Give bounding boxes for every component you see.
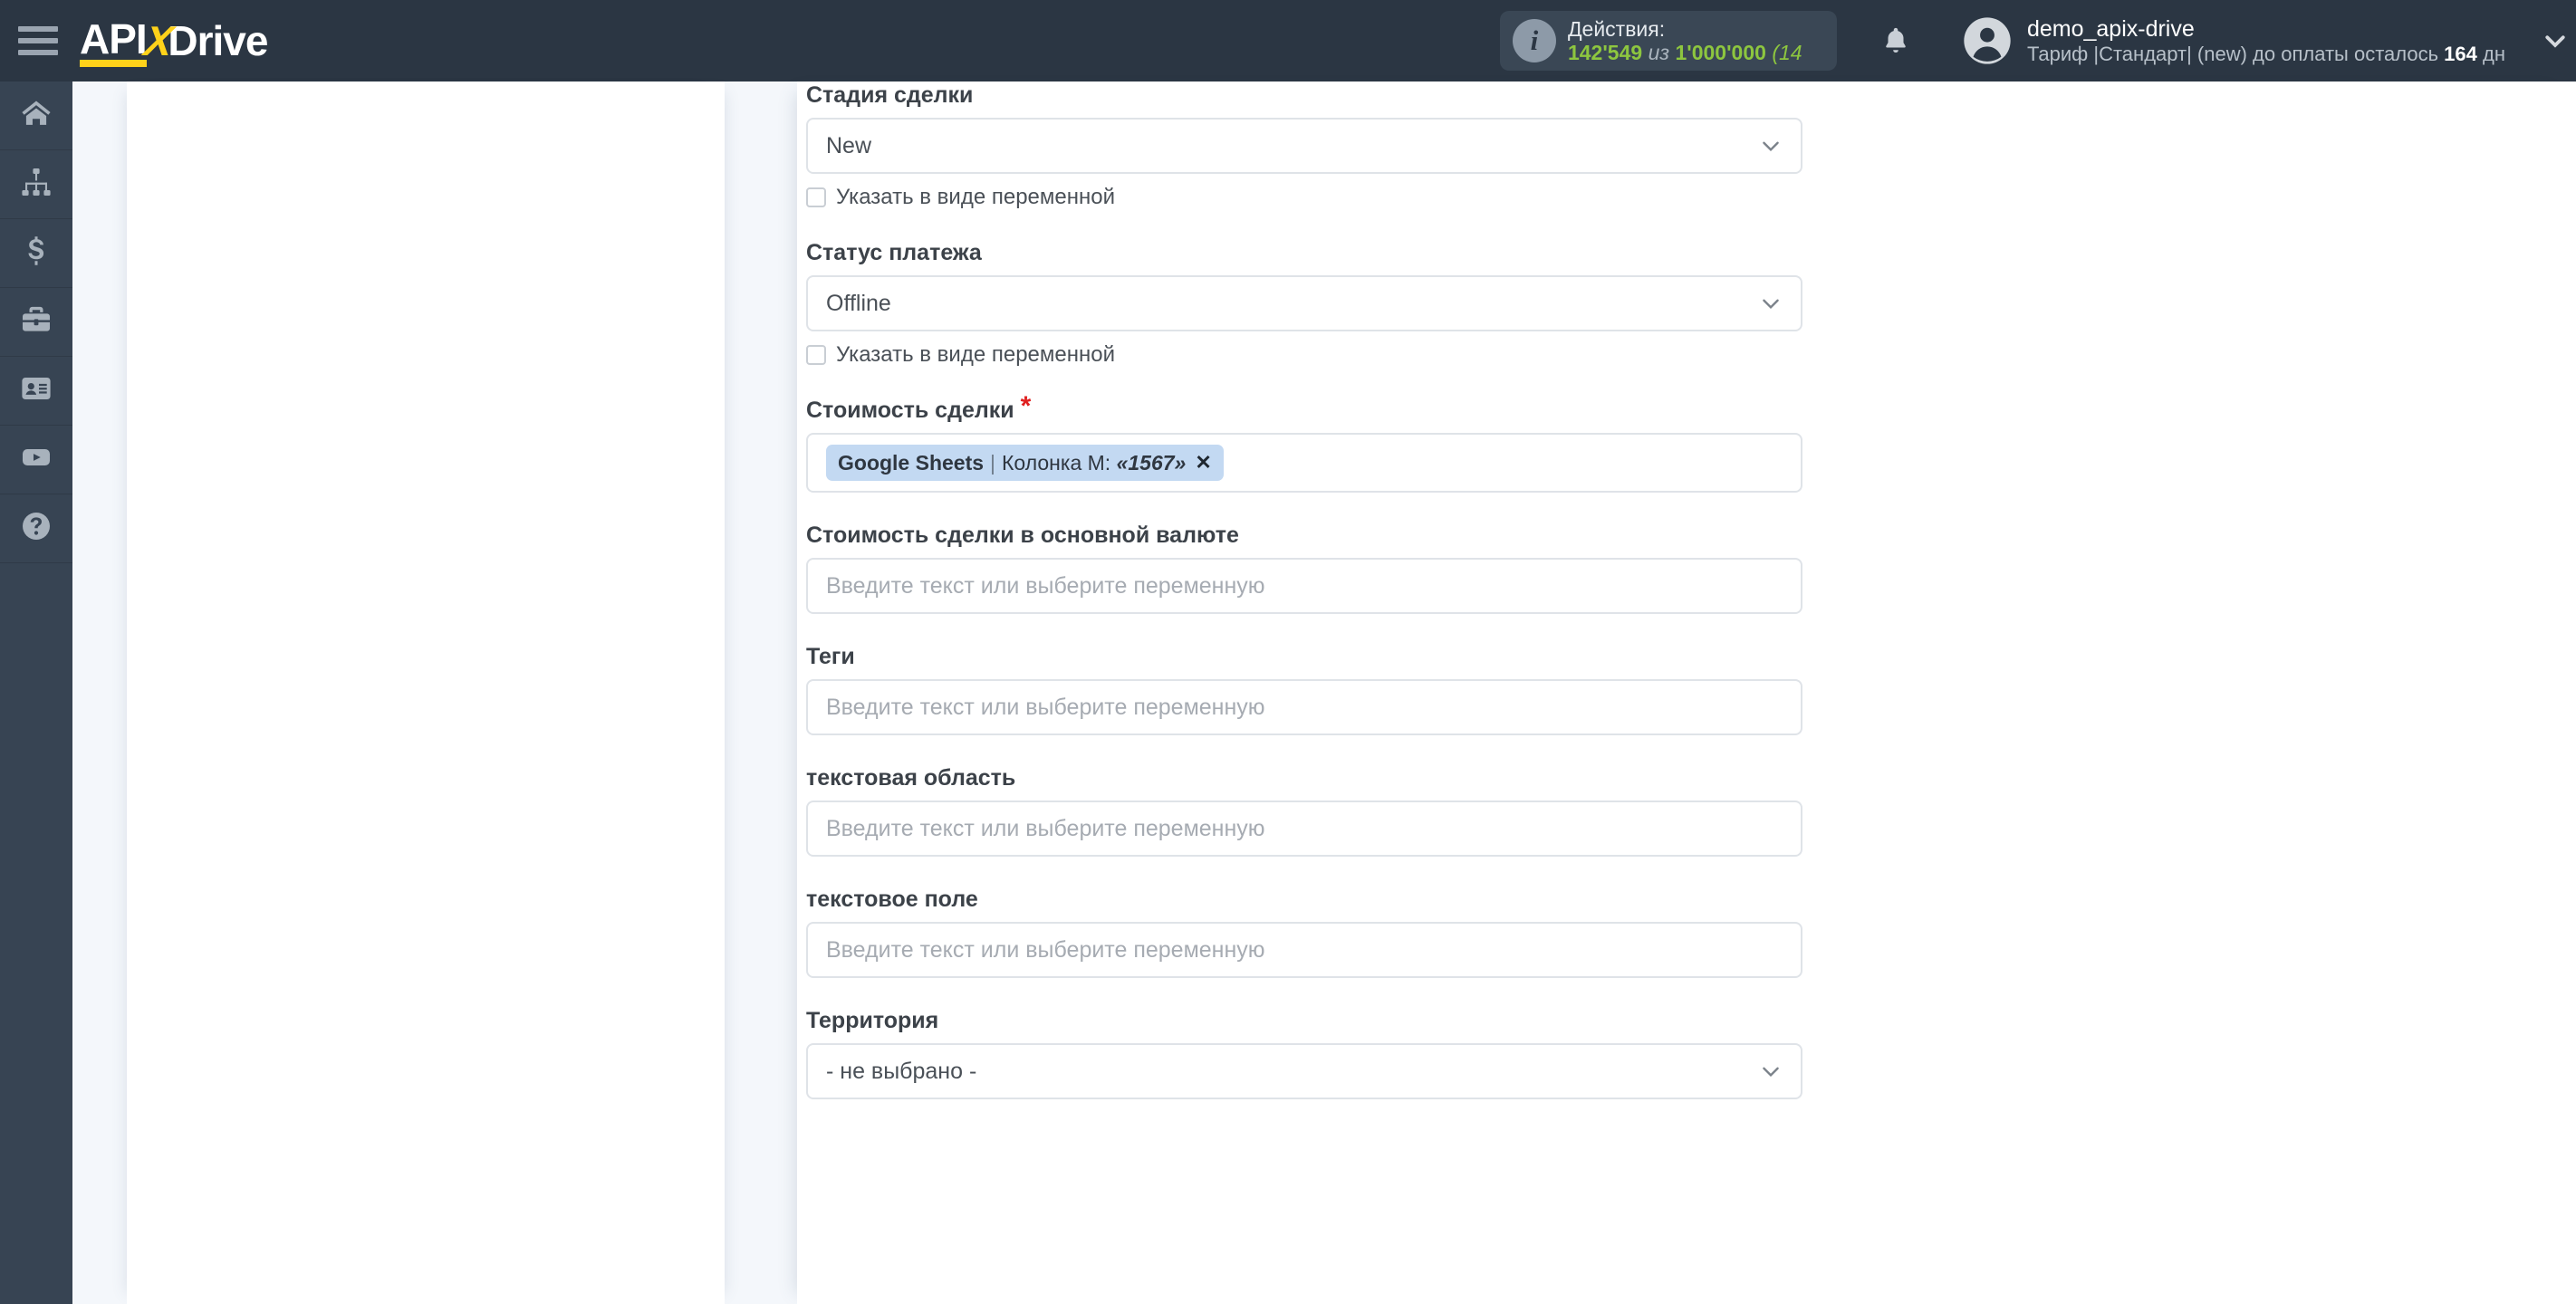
user-plan-suffix: дн [2476, 42, 2505, 65]
user-info: demo_apix-drive Тариф |Стандарт| (new) д… [2027, 16, 2505, 66]
required-asterisk: * [1020, 391, 1032, 421]
logo-text-api: API [80, 15, 148, 67]
user-name: demo_apix-drive [2026, 15, 2195, 42]
user-plan-prefix: Тариф |Стандарт| (new) до оплаты осталос… [2026, 42, 2445, 65]
field-textarea: текстовая область Введите текст или выбе… [806, 764, 1893, 857]
top-navigation-bar: API X Drive i Действия: 142'549 из 1'000'0… [0, 0, 2576, 82]
youtube-icon [20, 441, 53, 478]
deal-stage-variable-checkbox[interactable] [806, 187, 826, 207]
deal-amount-base-currency-input[interactable]: Введите текст или выберите переменную [806, 558, 1802, 614]
chip-remove-icon[interactable]: ✕ [1195, 451, 1211, 475]
connections-icon [20, 166, 53, 203]
deal-settings-form: Стадия сделки New Указать в виде перемен… [806, 82, 1893, 1108]
textarea-placeholder: Введите текст или выберите переменную [826, 815, 1265, 841]
user-account-menu[interactable]: demo_apix-drive Тариф |Стандарт| (new) д… [1962, 15, 2576, 66]
contact-card-icon [20, 372, 53, 409]
field-label-tags: Теги [806, 644, 855, 669]
field-payment-status: Статус платежа Offline Указать в виде пе… [806, 239, 1893, 368]
info-icon: i [1512, 19, 1556, 62]
payment-status-value: Offline [826, 290, 891, 316]
briefcase-icon [20, 303, 53, 340]
sidebar-item-video[interactable] [0, 426, 72, 494]
field-tags: Теги Введите текст или выберите переменн… [806, 643, 1893, 735]
field-deal-amount-base-currency: Стоимость сделки в основной валюте Введи… [806, 522, 1893, 614]
deal-stage-value: New [826, 132, 872, 158]
user-plan-info: Тариф |Стандарт| (new) до оплаты осталос… [2027, 43, 2505, 66]
apixdrive-logo[interactable]: API X Drive [80, 15, 268, 67]
sidebar-item-business[interactable] [0, 288, 72, 357]
chip-column-label: Колонка M: [1002, 450, 1111, 475]
chevron-down-icon [1759, 134, 1783, 158]
actions-quota-box[interactable]: i Действия: 142'549 из 1'000'000 (14 [1499, 11, 1837, 71]
chip-source: Google Sheets [838, 450, 985, 475]
actions-quota-title: Действия: [1567, 16, 1666, 41]
tags-placeholder: Введите текст или выберите переменную [826, 694, 1265, 720]
chevron-down-icon [1759, 292, 1783, 315]
payment-status-variable-checkbox[interactable] [806, 345, 826, 365]
page-surface: Стадия сделки New Указать в виде перемен… [72, 82, 2576, 1304]
help-icon [20, 510, 53, 547]
field-territory: Территория - не выбрано - [806, 1007, 1893, 1099]
textfield-input[interactable]: Введите текст или выберите переменную [806, 922, 1802, 978]
logo-text-drive: Drive [168, 17, 268, 64]
field-label-textarea: текстовая область [806, 765, 1016, 791]
actions-percent: (14 [1772, 40, 1807, 64]
user-plan-days: 164 [2444, 42, 2477, 65]
textarea-input[interactable]: Введите текст или выберите переменную [806, 801, 1802, 857]
app-root: API X Drive i Действия: 142'549 из 1'000'0… [0, 0, 2576, 1304]
field-label-deal-amount-base-currency: Стоимость сделки в основной валюте [806, 523, 1239, 548]
hamburger-menu-icon[interactable] [18, 26, 58, 55]
payment-status-variable-checkbox-row[interactable]: Указать в виде переменной [806, 342, 1893, 368]
sidebar-item-contacts[interactable] [0, 357, 72, 426]
dollar-icon [20, 235, 53, 272]
field-textfield: текстовое поле Введите текст или выберит… [806, 886, 1893, 978]
field-label-deal-stage: Стадия сделки [806, 82, 974, 108]
user-avatar-icon [1962, 15, 2013, 66]
bell-icon[interactable] [1871, 23, 1920, 59]
chevron-down-icon[interactable] [2542, 27, 2569, 54]
deal-stage-variable-label: Указать в виде переменной [836, 185, 1116, 209]
chip-separator: | [990, 450, 996, 475]
payment-status-variable-label: Указать в виде переменной [836, 342, 1116, 367]
deal-amount-chip-input[interactable]: Google Sheets | Колонка M: «1567» ✕ [806, 433, 1802, 493]
sidebar-item-home[interactable] [0, 82, 72, 150]
sidebar-item-help[interactable] [0, 494, 72, 563]
actions-of-label: из [1648, 40, 1670, 64]
actions-total: 1'000'000 [1675, 40, 1766, 64]
territory-select[interactable]: - не выбрано - [806, 1043, 1802, 1099]
deal-amount-base-currency-placeholder: Введите текст или выберите переменную [826, 572, 1265, 599]
sidebar-item-billing[interactable] [0, 219, 72, 288]
actions-quota-values: 142'549 из 1'000'000 (14 [1568, 41, 1806, 65]
home-icon [20, 97, 53, 134]
field-label-textfield: текстовое поле [806, 887, 978, 912]
territory-value: - не выбрано - [826, 1058, 977, 1084]
actions-used: 142'549 [1567, 40, 1643, 64]
deal-stage-select[interactable]: New [806, 118, 1802, 174]
field-label-payment-status: Статус платежа [806, 240, 982, 265]
deal-stage-variable-checkbox-row[interactable]: Указать в виде переменной [806, 185, 1893, 210]
logo-text-x: X [141, 17, 176, 64]
field-deal-stage: Стадия сделки New Указать в виде перемен… [806, 82, 1893, 210]
chip-column-value: «1567» [1116, 450, 1187, 475]
tags-input[interactable]: Введите текст или выберите переменную [806, 679, 1802, 735]
field-label-deal-amount: Стоимость сделки * [806, 393, 1031, 424]
payment-status-select[interactable]: Offline [806, 275, 1802, 331]
actions-quota-text: Действия: 142'549 из 1'000'000 (14 [1568, 17, 1806, 65]
chevron-down-icon [1759, 1060, 1783, 1083]
sidebar-item-connections[interactable] [0, 150, 72, 219]
left-sidebar [0, 82, 72, 1304]
right-content-panel: Стадия сделки New Указать в виде перемен… [797, 82, 2576, 1304]
variable-chip[interactable]: Google Sheets | Колонка M: «1567» ✕ [826, 445, 1224, 481]
left-content-panel [127, 82, 725, 1304]
textfield-placeholder: Введите текст или выберите переменную [826, 936, 1265, 963]
field-label-deal-amount-text: Стоимость сделки [806, 398, 1014, 423]
field-deal-amount: Стоимость сделки * Google Sheets | Колон… [806, 393, 1893, 493]
field-label-territory: Территория [806, 1008, 939, 1033]
